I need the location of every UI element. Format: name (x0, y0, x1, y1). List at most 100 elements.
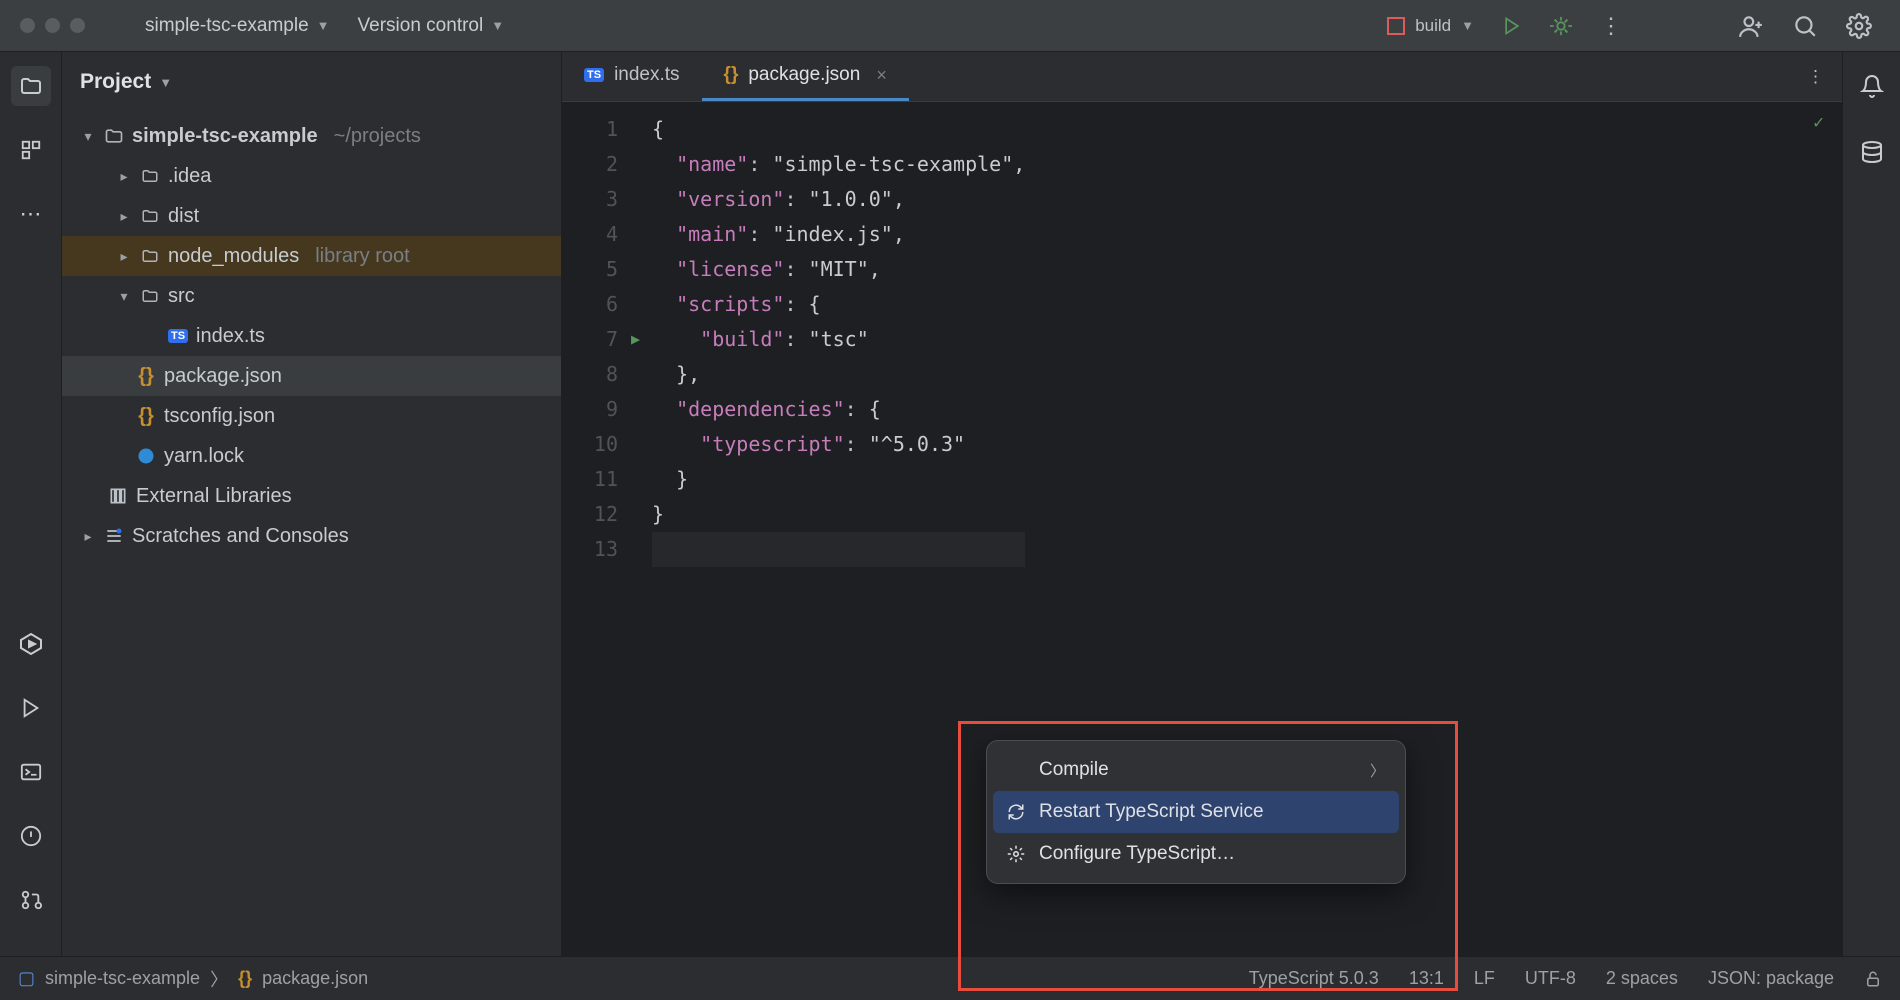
tree-label: .idea (168, 165, 211, 188)
tree-external-libraries[interactable]: External Libraries (62, 476, 561, 516)
search-everywhere-button[interactable] (1792, 13, 1818, 39)
vcs-dropdown[interactable]: Version control ▼ (358, 15, 505, 37)
tree-item-yarn-lock[interactable]: yarn.lock (62, 436, 561, 476)
tree-item-node-modules[interactable]: ▸ node_modules library root (62, 236, 561, 276)
chevron-down-icon: ▾ (80, 128, 96, 145)
tab-package-json[interactable]: {} package.json × (702, 52, 909, 101)
project-panel-header[interactable]: Project ▼ (62, 52, 561, 112)
tree-scratches[interactable]: ▸ Scratches and Consoles (62, 516, 561, 556)
tree-root[interactable]: ▾ simple-tsc-example ~/projects (62, 116, 561, 156)
json-file-icon: {} (238, 968, 252, 989)
problems-tool-button[interactable] (11, 816, 51, 856)
json-file-icon: {} (724, 64, 739, 86)
tree-item-idea[interactable]: ▸ .idea (62, 156, 561, 196)
tree-label: tsconfig.json (164, 405, 275, 428)
line-number: 4 (562, 217, 618, 252)
project-name: simple-tsc-example (145, 15, 309, 37)
tree-item-tsconfig[interactable]: {} tsconfig.json (62, 396, 561, 436)
readonly-lock-icon[interactable] (1864, 970, 1882, 988)
status-caret[interactable]: 13:1 (1409, 968, 1444, 989)
line-number: 10 (562, 427, 618, 462)
status-indent[interactable]: 2 spaces (1606, 968, 1678, 989)
window-controls[interactable] (0, 18, 105, 33)
status-typescript[interactable]: TypeScript 5.0.3 (1249, 968, 1379, 989)
project-tree: ▾ simple-tsc-example ~/projects ▸ .idea … (62, 112, 561, 560)
tree-label: Scratches and Consoles (132, 525, 349, 548)
status-encoding[interactable]: UTF-8 (1525, 968, 1576, 989)
code-with-me-button[interactable] (1738, 13, 1764, 39)
project-folder-icon (104, 126, 124, 146)
chevron-down-icon: ▼ (491, 18, 504, 33)
project-panel: Project ▼ ▾ simple-tsc-example ~/project… (62, 52, 562, 956)
popup-item-compile[interactable]: Compile 〉 (987, 749, 1405, 791)
left-tool-strip: ⋯ (0, 52, 62, 956)
database-button[interactable] (1852, 132, 1892, 172)
tree-label: package.json (164, 365, 282, 388)
chevron-down-icon: ▼ (317, 18, 330, 33)
editor-tabs: TS index.ts {} package.json × ⋮ (562, 52, 1842, 102)
run-button[interactable] (1502, 16, 1522, 36)
status-line-separator[interactable]: LF (1474, 968, 1495, 989)
popup-item-configure-ts[interactable]: Configure TypeScript… (987, 833, 1405, 875)
run-config-selector[interactable]: build ▼ (1387, 16, 1474, 36)
tab-label: index.ts (614, 64, 679, 86)
status-bar: ▢ simple-tsc-example 〉 {} package.json T… (0, 956, 1900, 1000)
run-tool-button[interactable] (11, 688, 51, 728)
more-tools-button[interactable]: ⋯ (11, 194, 51, 234)
tree-item-src[interactable]: ▾ src (62, 276, 561, 316)
tabs-more-button[interactable]: ⋮ (1789, 52, 1842, 101)
zoom-window-icon[interactable] (70, 18, 85, 33)
run-config-label: build (1415, 16, 1451, 36)
tree-label: External Libraries (136, 485, 292, 508)
status-schema[interactable]: JSON: package (1708, 968, 1834, 989)
more-actions-button[interactable]: ⋮ (1600, 13, 1622, 39)
breadcrumb-project: simple-tsc-example (45, 968, 200, 989)
breadcrumb-file: package.json (262, 968, 368, 989)
close-tab-icon[interactable]: × (876, 65, 887, 86)
tree-item-dist[interactable]: ▸ dist (62, 196, 561, 236)
ts-file-icon: TS (168, 329, 188, 343)
tab-index-ts[interactable]: TS index.ts (562, 52, 702, 101)
titlebar: simple-tsc-example ▼ Version control ▼ b… (0, 0, 1900, 52)
tree-label: simple-tsc-example (132, 125, 318, 148)
tree-label: dist (168, 205, 199, 228)
project-tool-button[interactable] (11, 66, 51, 106)
folder-icon (140, 207, 160, 225)
chevron-right-icon: 〉 (1370, 760, 1385, 781)
popup-label: Configure TypeScript… (1039, 843, 1385, 865)
line-number: 6 (562, 287, 618, 322)
git-tool-button[interactable] (11, 880, 51, 920)
tree-item-index-ts[interactable]: TS index.ts (62, 316, 561, 356)
editor-code[interactable]: { "name": "simple-tsc-example", "version… (636, 102, 1025, 956)
line-number: 13 (562, 532, 618, 567)
project-dropdown[interactable]: simple-tsc-example ▼ (145, 15, 330, 37)
line-number: 11 (562, 462, 618, 497)
ts-file-icon: TS (584, 68, 604, 82)
scratches-icon (104, 526, 124, 546)
popup-item-restart-ts[interactable]: Restart TypeScript Service (993, 791, 1399, 833)
json-file-icon: {} (136, 365, 156, 388)
close-window-icon[interactable] (20, 18, 35, 33)
line-number: 7▶ (562, 322, 618, 357)
chevron-down-icon: ▾ (116, 288, 132, 305)
folder-icon (140, 247, 160, 265)
minimize-window-icon[interactable] (45, 18, 60, 33)
refresh-icon (1007, 803, 1027, 821)
chevron-down-icon: ▼ (1461, 18, 1474, 33)
tree-item-package-json[interactable]: {} package.json (62, 356, 561, 396)
breadcrumb[interactable]: ▢ simple-tsc-example 〉 {} package.json (18, 966, 368, 992)
line-number: 12 (562, 497, 618, 532)
structure-tool-button[interactable] (11, 130, 51, 170)
inspection-ok-icon[interactable]: ✓ (1813, 112, 1824, 133)
debug-button[interactable] (1550, 15, 1572, 37)
run-gutter-icon[interactable]: ▶ (631, 322, 640, 357)
services-tool-button[interactable] (11, 624, 51, 664)
gear-icon (1007, 845, 1027, 863)
tree-hint: library root (315, 245, 409, 268)
line-number: 9 (562, 392, 618, 427)
chevron-right-icon: ▸ (116, 168, 132, 185)
settings-button[interactable] (1846, 13, 1872, 39)
notifications-button[interactable] (1852, 66, 1892, 106)
tree-label: yarn.lock (164, 445, 244, 468)
terminal-tool-button[interactable] (11, 752, 51, 792)
